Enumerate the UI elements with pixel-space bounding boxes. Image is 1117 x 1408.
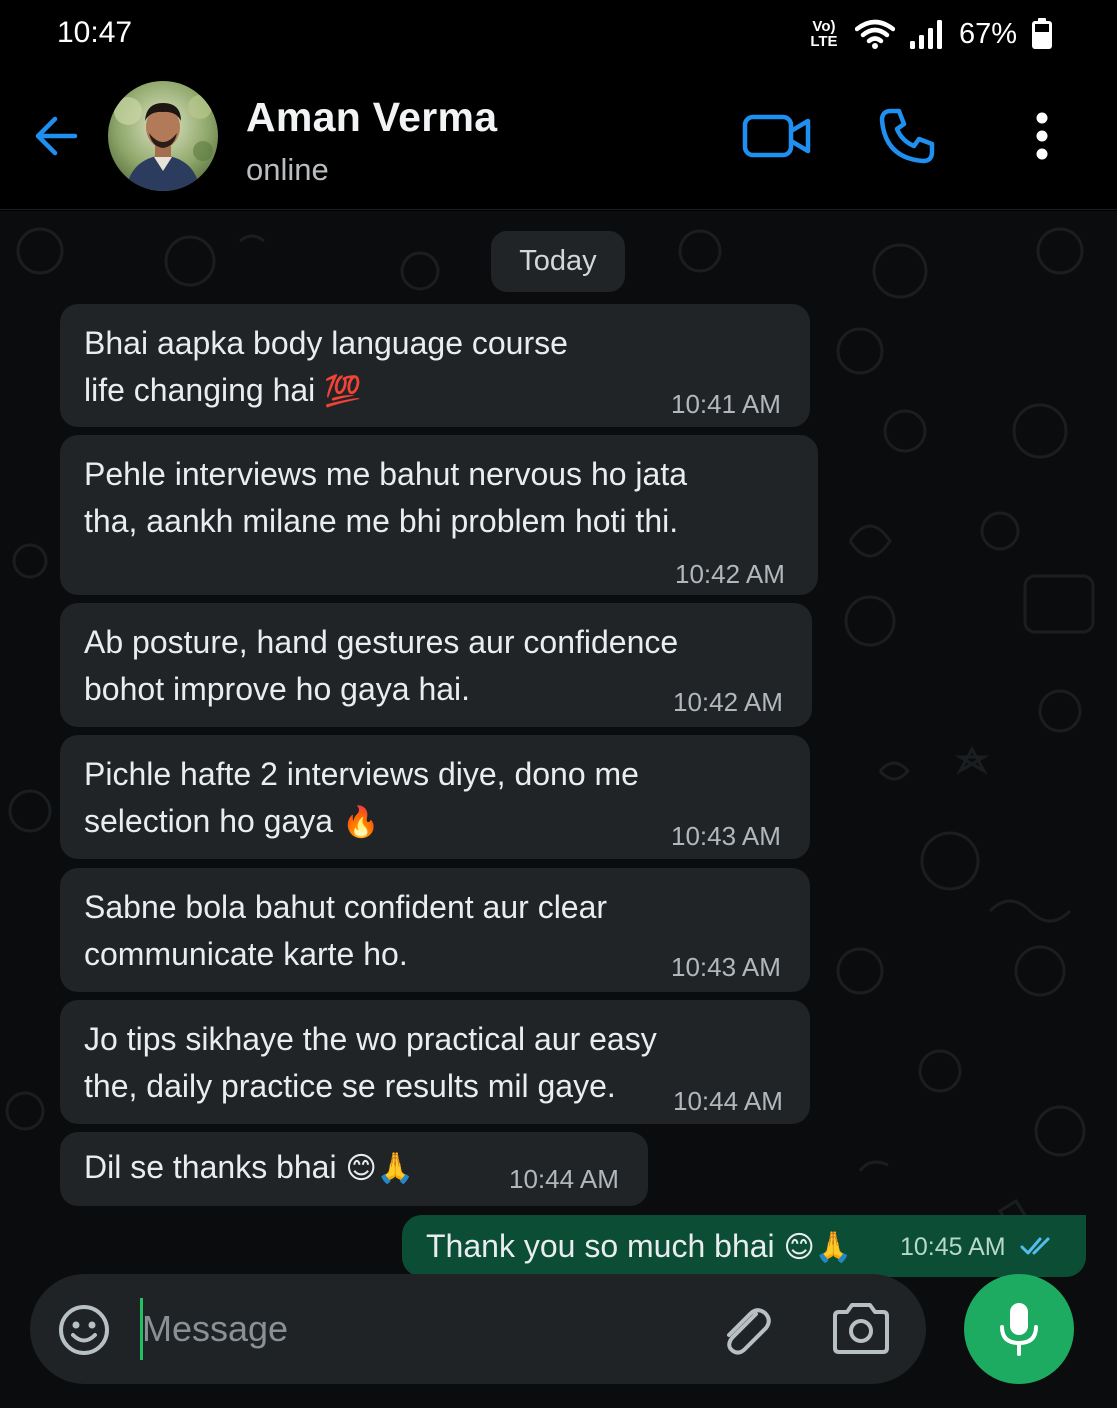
message-text: Ab posture, hand gestures aur confidence… xyxy=(84,624,679,707)
status-icons: Vo) LTE 67% xyxy=(807,14,1053,54)
message-input[interactable] xyxy=(142,1296,702,1362)
message-composer xyxy=(30,1274,926,1384)
message-time: 10:45 AM xyxy=(900,1233,1006,1261)
message-text: Pehle interviews me bahut nervous ho jat… xyxy=(84,456,688,539)
chat-header: Aman Verma online xyxy=(0,66,1117,210)
incoming-message[interactable]: Dil se thanks bhai 😊🙏 10:44 AM xyxy=(60,1132,648,1206)
contact-avatar[interactable] xyxy=(108,81,218,191)
incoming-message[interactable]: Pichle hafte 2 interviews diye, dono me … xyxy=(60,735,810,859)
incoming-message[interactable]: Jo tips sikhaye the wo practical aur eas… xyxy=(60,1000,810,1124)
message-text: Thank you so much bhai 😊🙏 xyxy=(426,1228,853,1265)
fire-emoji: 🔥 xyxy=(341,805,380,840)
incoming-message[interactable]: Ab posture, hand gestures aur confidence… xyxy=(60,603,812,727)
video-call-button[interactable] xyxy=(738,106,816,166)
smile-and-pray-emoji: 😊🙏 xyxy=(783,1230,853,1265)
hundred-points-emoji: 💯 xyxy=(324,374,362,409)
incoming-message[interactable]: Sabne bola bahut confident aur clear com… xyxy=(60,868,810,992)
contact-status: online xyxy=(246,152,329,187)
voice-message-button[interactable] xyxy=(964,1274,1074,1384)
chat-messages-area[interactable]: Today Bhai aapka body language course li… xyxy=(0,211,1117,1408)
video-call-icon xyxy=(742,114,811,158)
date-separator: Today xyxy=(491,231,625,292)
battery-icon xyxy=(1032,18,1052,49)
avatar-photo xyxy=(108,81,218,191)
message-time: 10:43 AM xyxy=(671,821,781,851)
signal-icon xyxy=(909,20,942,49)
message-text: Jo tips sikhaye the wo practical aur eas… xyxy=(84,1021,657,1104)
camera-button[interactable] xyxy=(830,1300,892,1358)
incoming-message[interactable]: Bhai aapka body language course life cha… xyxy=(60,304,810,427)
chat-screen: 10:47 Vo) LTE 67% Aman Verma online Toda… xyxy=(0,0,1117,1408)
volte-indicator: Vo) LTE xyxy=(810,18,838,50)
emoji-button[interactable] xyxy=(56,1302,112,1358)
microphone-icon xyxy=(1000,1303,1038,1356)
contact-name[interactable]: Aman Verma xyxy=(246,94,497,141)
message-time: 10:44 AM xyxy=(673,1086,783,1116)
message-time: 10:42 AM xyxy=(675,559,785,589)
attach-button[interactable] xyxy=(716,1300,776,1360)
incoming-message[interactable]: Pehle interviews me bahut nervous ho jat… xyxy=(60,435,818,595)
emoji-smiley-icon xyxy=(59,1305,109,1355)
paperclip-icon xyxy=(727,1308,771,1355)
message-time: 10:41 AM xyxy=(671,389,781,419)
smile-and-pray-emoji: 😊🙏 xyxy=(345,1151,415,1186)
more-options-icon xyxy=(1036,112,1048,160)
message-text: Bhai aapka body language course life cha… xyxy=(84,325,568,409)
message-time: 10:43 AM xyxy=(671,952,781,982)
wifi-icon xyxy=(854,19,895,49)
message-time: 10:44 AM xyxy=(509,1164,619,1194)
battery-percentage: 67% xyxy=(958,17,1017,50)
camera-icon xyxy=(833,1303,889,1354)
back-button[interactable] xyxy=(28,108,84,164)
more-options-button[interactable] xyxy=(1020,104,1064,168)
back-arrow-icon xyxy=(35,116,78,156)
status-bar: 10:47 Vo) LTE 67% xyxy=(0,0,1117,66)
double-tick-read-icon xyxy=(1020,1237,1050,1255)
phone-call-icon xyxy=(879,108,935,164)
message-time: 10:42 AM xyxy=(673,687,783,717)
message-text: Pichle hafte 2 interviews diye, dono me … xyxy=(84,756,639,840)
message-text: Dil se thanks bhai 😊🙏 xyxy=(84,1149,415,1186)
voice-call-button[interactable] xyxy=(872,102,942,170)
status-time: 10:47 xyxy=(57,16,133,49)
message-text: Sabne bola bahut confident aur clear com… xyxy=(84,889,608,972)
outgoing-message[interactable]: Thank you so much bhai 😊🙏 10:45 AM xyxy=(402,1215,1086,1277)
